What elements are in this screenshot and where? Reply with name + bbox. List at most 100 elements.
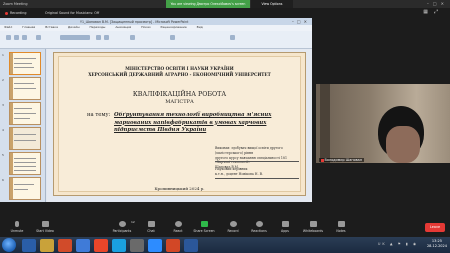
participants-icon: [118, 221, 126, 227]
ppt-title-bar: Y1_Шаповал В.М. [Защищенный просмотр] - …: [0, 18, 312, 25]
layout-icons[interactable]: ▦⤢: [423, 9, 444, 15]
ppt-window-controls[interactable]: –□✕: [292, 19, 310, 24]
recording-indicator[interactable]: Recording: [5, 11, 27, 15]
whiteboards-button[interactable]: Whiteboards: [298, 221, 328, 233]
zoom-window-title: Zoom Meeting: [3, 1, 28, 6]
thumb-number: 1: [2, 53, 4, 57]
notes-button[interactable]: Notes: [326, 221, 356, 233]
author-line: Виконав: здобувач вищої освіти другого (…: [215, 146, 283, 155]
opera-icon[interactable]: [94, 238, 108, 252]
ribbon-tab[interactable]: Рецензирование: [161, 25, 187, 29]
whiteboards-label: Whiteboards: [302, 229, 324, 233]
clock[interactable]: 13:25 28.12.2024: [427, 239, 447, 249]
leave-button[interactable]: Leave: [425, 223, 445, 232]
participant-video[interactable]: Володимир Шаповал: [316, 84, 450, 163]
thumb-line: [14, 58, 36, 59]
chat-button[interactable]: Chat: [136, 221, 166, 233]
slide-thumbnail[interactable]: [9, 77, 41, 100]
current-slide[interactable]: МІНІСТЕРСТВО ОСВІТИ І НАУКИ УКРАЇНИ ХЕРС…: [53, 52, 306, 196]
word-icon[interactable]: [184, 238, 198, 252]
slide-thumbnail[interactable]: [9, 152, 41, 175]
thumb-number: 4: [2, 128, 4, 132]
apps-button[interactable]: Apps: [270, 221, 300, 233]
ribbon-tab[interactable]: Переходы: [90, 25, 106, 29]
thumb-number: 2: [2, 78, 4, 82]
slide-thumbnail[interactable]: [9, 102, 41, 125]
ppt-window-title: Y1_Шаповал В.М. [Защищенный просмотр] - …: [80, 19, 189, 24]
media-player-icon[interactable]: [58, 238, 72, 252]
mic-off-icon: [15, 221, 19, 227]
thumb-line: [14, 166, 36, 167]
smile-icon: [255, 221, 263, 227]
slide-thumbnail[interactable]: [9, 127, 41, 150]
clock-date: 28.12.2024: [426, 244, 447, 248]
ribbon-tab[interactable]: Дизайн: [68, 25, 80, 29]
original-sound-toggle[interactable]: Original Sound for Musicians: Off: [45, 11, 99, 15]
font-selector[interactable]: [60, 35, 90, 40]
thumb-line: [14, 108, 32, 109]
react-icon: [174, 221, 182, 227]
language-indicator[interactable]: UK: [378, 242, 387, 246]
video-off-icon: [41, 221, 49, 227]
thumb-stripe: [10, 103, 13, 124]
align-icon[interactable]: [130, 35, 135, 40]
bold-icon[interactable]: [96, 35, 101, 40]
share-screen-icon: [200, 221, 208, 227]
notes-icon: [337, 221, 345, 227]
window-controls[interactable]: –□✕: [427, 1, 448, 6]
skype-icon[interactable]: [112, 238, 126, 252]
work-type-title: КВАЛІФІКАЦІЙНА РОБОТА: [132, 91, 227, 98]
thumb-line: [14, 83, 34, 84]
copy-icon[interactable]: [22, 35, 27, 40]
screen-share-banner: You are viewing Дмитро Олексійович's scr…: [166, 0, 250, 8]
chat-icon: [147, 221, 155, 227]
powerpoint-icon[interactable]: [166, 238, 180, 252]
ribbon-tab[interactable]: Показ: [141, 25, 150, 29]
zoom-title-bar: Zoom Meeting You are viewing Дмитро Олек…: [0, 0, 450, 8]
unmute-button[interactable]: Unmute: [2, 221, 32, 233]
reactions-label: Reactions: [251, 229, 267, 233]
slide-thumbnail[interactable]: [9, 52, 41, 75]
new-slide-icon[interactable]: [36, 35, 41, 40]
ie-icon[interactable]: [22, 238, 36, 252]
thumb-line: [14, 88, 36, 89]
view-options-button[interactable]: View Options: [251, 0, 293, 8]
start-video-button[interactable]: Start Video: [30, 221, 60, 233]
explorer-icon[interactable]: [40, 238, 54, 252]
muted-mic-icon: [321, 158, 324, 162]
ribbon-tab[interactable]: Главная: [22, 25, 35, 29]
screen: Zoom Meeting You are viewing Дмитро Олек…: [0, 0, 450, 253]
university-heading: ХЕРСОНСЬКИЙ ДЕРЖАВНИЙ АГРАРНО - ЕКОНОМІЧ…: [88, 72, 271, 77]
thumb-line: [14, 184, 34, 185]
divider: [215, 161, 299, 162]
participants-count: 12: [131, 220, 135, 224]
find-icon[interactable]: [230, 35, 235, 40]
supervisor-block: Науковий керівник к.т.н., доцент Новіков…: [215, 167, 263, 177]
thumb-line: [14, 63, 32, 64]
italic-icon[interactable]: [104, 35, 109, 40]
ribbon-tab[interactable]: Вставка: [45, 25, 58, 29]
share-screen-button[interactable]: Share Screen: [189, 221, 219, 233]
system-tray-icons[interactable]: UK ▲ ⚑ ▮ ◉: [378, 242, 418, 246]
whiteboard-icon: [309, 221, 317, 227]
app-icon[interactable]: [130, 238, 144, 252]
record-dot-icon: [5, 11, 8, 15]
chrome-icon[interactable]: [76, 238, 90, 252]
powerpoint-window: Y1_Шаповал В.М. [Защищенный просмотр] - …: [0, 18, 312, 202]
paste-icon[interactable]: [6, 35, 11, 40]
cut-icon[interactable]: [14, 35, 19, 40]
participant-name-tag: Володимир Шаповал: [319, 158, 364, 162]
start-button[interactable]: [2, 238, 16, 252]
zoom-icon[interactable]: [148, 238, 162, 252]
thumb-number: 6: [2, 178, 4, 182]
thumb-line: [14, 67, 34, 68]
shapes-icon[interactable]: [170, 35, 175, 40]
city-year: Кропивницький 2024 р.: [154, 186, 205, 191]
video-doorframe: [320, 84, 330, 163]
ribbon-tab[interactable]: Вид: [197, 25, 203, 29]
thumb-stripe: [10, 178, 13, 199]
ribbon-tab[interactable]: Файл: [4, 25, 12, 29]
chat-label: Chat: [147, 229, 155, 233]
ribbon-tab[interactable]: Анимация: [115, 25, 131, 29]
slide-thumbnail[interactable]: [9, 177, 41, 200]
